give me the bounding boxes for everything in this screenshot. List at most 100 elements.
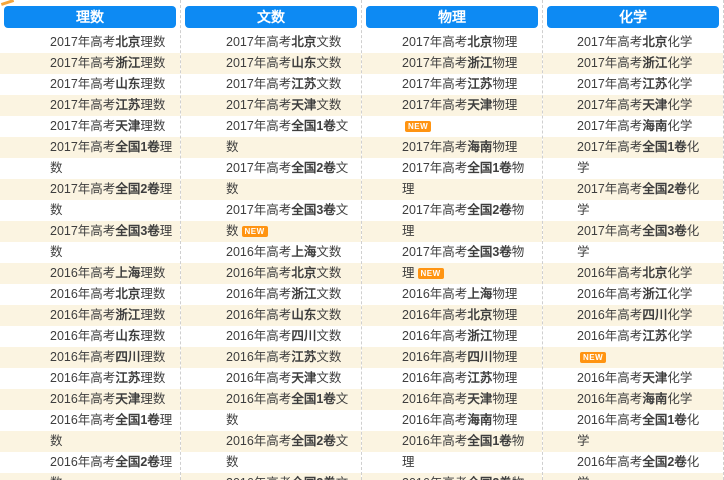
paper-link[interactable]: 2017年高考北京理数 (50, 35, 165, 49)
paper-text: 化 (687, 224, 700, 238)
paper-link[interactable]: 2016年高考江苏文数 (226, 350, 341, 364)
paper-link[interactable]: 2016年高考北京化学 (577, 266, 692, 280)
paper-link[interactable]: 2017年高考江苏文数 (226, 77, 341, 91)
paper-link[interactable]: 2016年高考山东文数 (226, 308, 341, 322)
paper-list-item: 2017年高考北京理数 (0, 32, 180, 53)
paper-link[interactable]: 2017年高考全国1卷理数 (50, 140, 172, 175)
paper-link[interactable]: 2017年高考天津化学 (577, 98, 692, 112)
paper-link[interactable]: 2016年高考四川文数 (226, 329, 341, 343)
paper-list-item: 2016年高考北京化学 (543, 263, 723, 284)
paper-link[interactable]: 2017年高考天津物理NEW (402, 98, 517, 133)
paper-list-item: 2017年高考山东文数 (181, 53, 361, 74)
paper-link[interactable]: 2016年高考天津物理 (402, 392, 517, 406)
paper-link[interactable]: 2016年高考山东理数 (50, 329, 165, 343)
paper-link[interactable]: 2016年高考天津化学 (577, 371, 692, 385)
paper-link[interactable]: 2017年高考北京物理 (402, 35, 517, 49)
paper-text: 理数 (140, 308, 165, 322)
column-header: 文数 (181, 0, 361, 32)
paper-link[interactable]: 2016年高考江苏物理 (402, 371, 517, 385)
paper-link[interactable]: 2017年高考江苏化学 (577, 77, 692, 91)
paper-link[interactable]: 2016年高考全国2卷物理 (402, 476, 524, 480)
paper-link[interactable]: 2016年高考全国1卷物理 (402, 434, 524, 469)
paper-link[interactable]: 2016年高考海南化学 (577, 392, 692, 406)
paper-link[interactable]: 2017年高考海南物理 (402, 140, 517, 154)
paper-list-item: 2016年高考全国2卷文数 (181, 431, 361, 473)
subject-tab-liberal-arts-math[interactable]: 文数 (185, 6, 357, 28)
paper-link[interactable]: 2017年高考全国2卷化学 (577, 182, 699, 217)
paper-text: 数 (50, 434, 63, 448)
paper-link[interactable]: 2017年高考全国3卷化学 (577, 224, 699, 259)
paper-link[interactable]: 2016年高考四川化学 (577, 308, 692, 322)
paper-link[interactable]: 2016年高考天津文数 (226, 371, 341, 385)
paper-link[interactable]: 2017年高考江苏理数 (50, 98, 165, 112)
paper-link[interactable]: 2017年高考全国1卷化学 (577, 140, 699, 175)
new-badge-icon: NEW (418, 268, 444, 279)
paper-link[interactable]: 2016年高考海南物理 (402, 413, 517, 427)
paper-link[interactable]: 2017年高考浙江理数 (50, 56, 165, 70)
paper-list-item: 2017年高考全国3卷化学 (543, 221, 723, 263)
paper-text: 物 (512, 161, 525, 175)
paper-link[interactable]: 2016年高考江苏化学NEW (577, 329, 692, 364)
paper-link[interactable]: 2016年高考四川物理 (402, 350, 517, 364)
paper-region: 上海 (115, 266, 140, 280)
subject-tab-chemistry[interactable]: 化学 (547, 6, 719, 28)
paper-link[interactable]: 2017年高考浙江化学 (577, 56, 692, 70)
paper-text: 化学 (667, 35, 692, 49)
paper-link[interactable]: 2016年高考天津理数 (50, 392, 165, 406)
paper-link[interactable]: 2016年高考上海物理 (402, 287, 517, 301)
paper-text: 2016年高考 (402, 476, 467, 480)
paper-link[interactable]: 2016年高考全国2卷理数 (50, 455, 172, 480)
paper-link[interactable]: 2017年高考江苏物理 (402, 77, 517, 91)
paper-region: 天津 (291, 371, 316, 385)
paper-link[interactable]: 2017年高考全国1卷文数 (226, 119, 348, 154)
paper-text: 2017年高考 (226, 161, 291, 175)
paper-link[interactable]: 2016年高考上海理数 (50, 266, 165, 280)
paper-list-item: 2016年高考浙江文数 (181, 284, 361, 305)
paper-link[interactable]: 2016年高考全国1卷化学 (577, 413, 699, 448)
paper-link[interactable]: 2017年高考天津理数 (50, 119, 165, 133)
paper-text: 2016年高考 (50, 455, 115, 469)
paper-link[interactable]: 2017年高考浙江物理 (402, 56, 517, 70)
paper-link[interactable]: 2016年高考浙江理数 (50, 308, 165, 322)
paper-link[interactable]: 2016年高考全国3卷文数 (226, 476, 348, 480)
paper-text: 2017年高考 (402, 245, 467, 259)
paper-link[interactable]: 2017年高考北京化学 (577, 35, 692, 49)
paper-text: 物 (512, 476, 525, 480)
paper-link[interactable]: 2016年高考全国1卷文数 (226, 392, 348, 427)
paper-link[interactable]: 2016年高考四川理数 (50, 350, 165, 364)
paper-link[interactable]: 2017年高考北京文数 (226, 35, 341, 49)
paper-link[interactable]: 2016年高考北京文数 (226, 266, 341, 280)
paper-link[interactable]: 2017年高考全国1卷物理 (402, 161, 524, 196)
paper-link[interactable]: 2016年高考江苏理数 (50, 371, 165, 385)
paper-text: 2017年高考 (50, 119, 115, 133)
paper-link[interactable]: 2017年高考全国2卷文数 (226, 161, 348, 196)
subject-tab-science-math[interactable]: 理数 (4, 6, 176, 28)
paper-link[interactable]: 2016年高考全国2卷化学 (577, 455, 699, 480)
paper-link[interactable]: 2017年高考海南化学 (577, 119, 692, 133)
paper-link[interactable]: 2016年高考全国1卷理数 (50, 413, 172, 448)
paper-link[interactable]: 2016年高考浙江化学 (577, 287, 692, 301)
paper-link[interactable]: 2017年高考全国2卷物理 (402, 203, 524, 238)
paper-text: 2017年高考 (50, 35, 115, 49)
paper-link[interactable]: 2016年高考北京理数 (50, 287, 165, 301)
paper-text: 文数 (316, 371, 341, 385)
paper-link[interactable]: 2017年高考全国3卷物理NEW (402, 245, 524, 280)
paper-text: 2016年高考 (50, 350, 115, 364)
paper-link[interactable]: 2017年高考山东理数 (50, 77, 165, 91)
paper-link[interactable]: 2016年高考上海文数 (226, 245, 341, 259)
paper-link[interactable]: 2017年高考山东文数 (226, 56, 341, 70)
subject-tab-physics[interactable]: 物理 (366, 6, 538, 28)
paper-link[interactable]: 2017年高考全国3卷文数NEW (226, 203, 348, 238)
paper-region: 全国3卷 (467, 245, 511, 259)
paper-text: 化学 (667, 287, 692, 301)
paper-link[interactable]: 2016年高考浙江物理 (402, 329, 517, 343)
paper-text: 理数 (140, 287, 165, 301)
paper-link[interactable]: 2017年高考全国2卷理数 (50, 182, 172, 217)
paper-link[interactable]: 2017年高考全国3卷理数 (50, 224, 172, 259)
paper-text: 文数 (316, 350, 341, 364)
paper-link[interactable]: 2017年高考天津文数 (226, 98, 341, 112)
paper-link[interactable]: 2016年高考全国2卷文数 (226, 434, 348, 469)
paper-text: 2017年高考 (577, 56, 642, 70)
paper-link[interactable]: 2016年高考北京物理 (402, 308, 517, 322)
paper-link[interactable]: 2016年高考浙江文数 (226, 287, 341, 301)
